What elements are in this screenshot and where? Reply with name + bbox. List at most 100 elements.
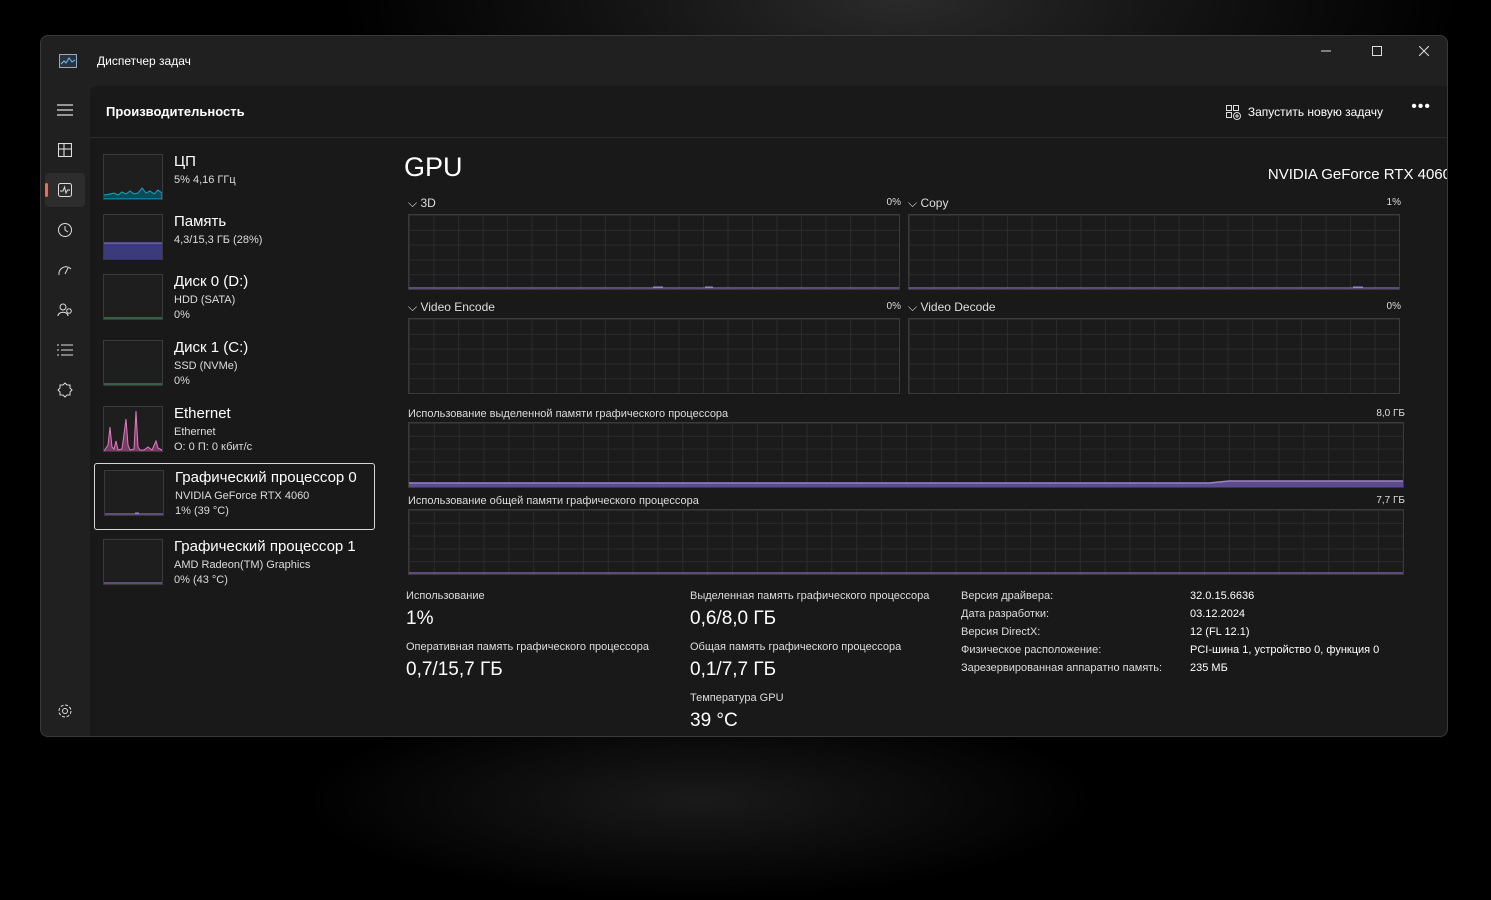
engine-graph-copy xyxy=(908,214,1400,290)
history-icon xyxy=(58,223,72,237)
engine-label: Copy xyxy=(920,196,949,210)
nav-details[interactable] xyxy=(45,333,85,367)
gpu-model-name: NVIDIA GeForce RTX 4060 xyxy=(1267,166,1448,183)
resource-usage: 1% (39 °C) xyxy=(175,505,229,517)
gpu-title: GPU xyxy=(404,152,463,182)
reserved-memory-label: Зарезервированная аппаратно память: xyxy=(961,662,1163,674)
shared-memory-section: Использование общей памяти графического … xyxy=(408,495,1405,575)
engine-percent: 0% xyxy=(886,301,901,312)
physical-location-value: PCI-шина 1, устройство 0, функция 0 xyxy=(1190,644,1380,656)
engine-graph-video-encode xyxy=(408,318,900,394)
resource-usage: 0% xyxy=(174,309,190,321)
page-title: Производительность xyxy=(106,104,245,119)
resource-cpu[interactable]: ЦП 5% 4,16 ГГц xyxy=(94,148,374,214)
nav-settings[interactable] xyxy=(45,694,85,728)
processes-icon xyxy=(58,143,72,157)
resource-memory[interactable]: Память 4,3/15,3 ГБ (28%) xyxy=(94,208,374,274)
gpu-ram-label: Оперативная память графического процессо… xyxy=(406,641,650,653)
resource-gpu-0[interactable]: Графический процессор 0 NVIDIA GeForce R… xyxy=(94,463,375,530)
run-new-task-label: Запустить новую задачу xyxy=(1247,105,1383,119)
disk0-thumbnail-graph xyxy=(103,274,163,320)
nav-services[interactable] xyxy=(45,373,85,407)
chevron-down-icon: ⌵ xyxy=(908,196,921,210)
dedicated-memory-section: Использование выделенной памяти графичес… xyxy=(408,408,1405,488)
engine-dropdown-video-decode[interactable]: ⌵ Video Decode xyxy=(908,300,996,315)
minimize-button[interactable] xyxy=(1303,36,1349,66)
driver-date-label: Дата разработки: xyxy=(961,608,1050,620)
resource-list: ЦП 5% 4,16 ГГц Память 4,3/15,3 ГБ (28%) … xyxy=(90,138,390,736)
engine-video-decode: ⌵ Video Decode 0% xyxy=(908,300,1401,400)
close-button[interactable] xyxy=(1401,36,1447,66)
engine-graph-video-decode xyxy=(908,318,1400,394)
nav-users[interactable] xyxy=(45,293,85,327)
engine-graph-3d xyxy=(408,214,900,290)
resource-name: ЦП xyxy=(174,153,196,170)
chevron-down-icon: ⌵ xyxy=(408,196,421,210)
engine-3d: ⌵ 3D 0% xyxy=(408,196,901,296)
memory-thumbnail-graph xyxy=(103,214,163,260)
resource-info: HDD (SATA) xyxy=(174,294,236,306)
resource-usage: 0% xyxy=(174,375,190,387)
services-icon xyxy=(57,382,73,398)
run-new-task-button[interactable]: Запустить новую задачу xyxy=(1225,102,1383,122)
disk1-thumbnail-graph xyxy=(103,340,163,386)
users-icon xyxy=(57,303,72,317)
details-icon xyxy=(57,344,73,356)
resource-usage: О: 0 П: 0 кбит/с xyxy=(174,441,253,453)
gpu-ram-value: 0,7/15,7 ГБ xyxy=(406,659,503,680)
task-manager-app-icon xyxy=(59,54,77,68)
engine-label: 3D xyxy=(420,196,436,210)
resource-name: Ethernet xyxy=(174,405,231,422)
minimize-icon xyxy=(1321,50,1331,52)
dedicated-memory-max: 8,0 ГБ xyxy=(1376,408,1405,419)
nav-startup[interactable] xyxy=(45,253,85,287)
usage-value: 1% xyxy=(406,608,434,629)
physical-location-label: Физическое расположение: xyxy=(961,644,1102,656)
title-bar[interactable]: Диспетчер задач xyxy=(41,36,1447,86)
nav-performance[interactable] xyxy=(45,173,85,207)
engine-label: Video Decode xyxy=(920,300,996,314)
dedicated-memory-graph xyxy=(408,422,1404,488)
usage-label: Использование xyxy=(406,590,485,602)
resource-name: Память xyxy=(174,213,227,230)
gpu-temperature-value: 39 °C xyxy=(690,710,738,731)
engine-label: Video Encode xyxy=(420,300,495,314)
maximize-button[interactable] xyxy=(1354,36,1400,66)
driver-version-value: 32.0.15.6636 xyxy=(1190,590,1255,602)
resource-name: Диск 0 (D:) xyxy=(174,273,249,290)
gpu-detail-panel: GPU NVIDIA GeForce RTX 4060 ⌵ 3D 0% ⌵ Co… xyxy=(404,138,1447,736)
directx-version-value: 12 (FL 12.1) xyxy=(1190,626,1250,638)
nav-app-history[interactable] xyxy=(45,213,85,247)
dedicated-memory-stat-label: Выделенная память графического процессор… xyxy=(690,590,930,602)
shared-memory-label: Использование общей памяти графического … xyxy=(408,495,699,507)
resource-info: NVIDIA GeForce RTX 4060 xyxy=(175,490,310,502)
shared-memory-stat-value: 0,1/7,7 ГБ xyxy=(690,659,777,680)
gpu0-thumbnail-graph xyxy=(104,470,164,516)
resource-ethernet[interactable]: Ethernet Ethernet О: 0 П: 0 кбит/с xyxy=(94,400,374,466)
performance-icon xyxy=(58,183,72,197)
engine-video-encode: ⌵ Video Encode 0% xyxy=(408,300,901,400)
nav-processes[interactable] xyxy=(45,133,85,167)
navigation-rail xyxy=(41,86,89,736)
resource-disk-1[interactable]: Диск 1 (C:) SSD (NVMe) 0% xyxy=(94,334,374,400)
resource-name: Графический процессор 1 xyxy=(174,538,356,555)
close-icon xyxy=(1419,46,1429,56)
engine-percent: 1% xyxy=(1386,197,1401,208)
resource-gpu-1[interactable]: Графический процессор 1 AMD Radeon(TM) G… xyxy=(94,533,374,599)
menu-button[interactable] xyxy=(45,93,85,127)
engine-dropdown-video-encode[interactable]: ⌵ Video Encode xyxy=(408,300,495,315)
engine-dropdown-copy[interactable]: ⌵ Copy xyxy=(908,196,948,211)
gpu1-thumbnail-graph xyxy=(103,539,163,585)
resource-info: 4,3/15,3 ГБ (28%) xyxy=(174,234,263,246)
resource-disk-0[interactable]: Диск 0 (D:) HDD (SATA) 0% xyxy=(94,268,374,334)
engine-percent: 0% xyxy=(886,197,901,208)
more-options-button[interactable]: ••• xyxy=(1411,98,1431,116)
startup-icon xyxy=(58,266,72,276)
reserved-memory-value: 235 МБ xyxy=(1190,662,1228,674)
menu-icon xyxy=(57,104,73,116)
chevron-down-icon: ⌵ xyxy=(408,300,421,314)
window-title: Диспетчер задач xyxy=(97,54,191,68)
engine-copy: ⌵ Copy 1% xyxy=(908,196,1401,296)
engine-dropdown-3d[interactable]: ⌵ 3D xyxy=(408,196,436,211)
driver-date-value: 03.12.2024 xyxy=(1190,608,1246,620)
